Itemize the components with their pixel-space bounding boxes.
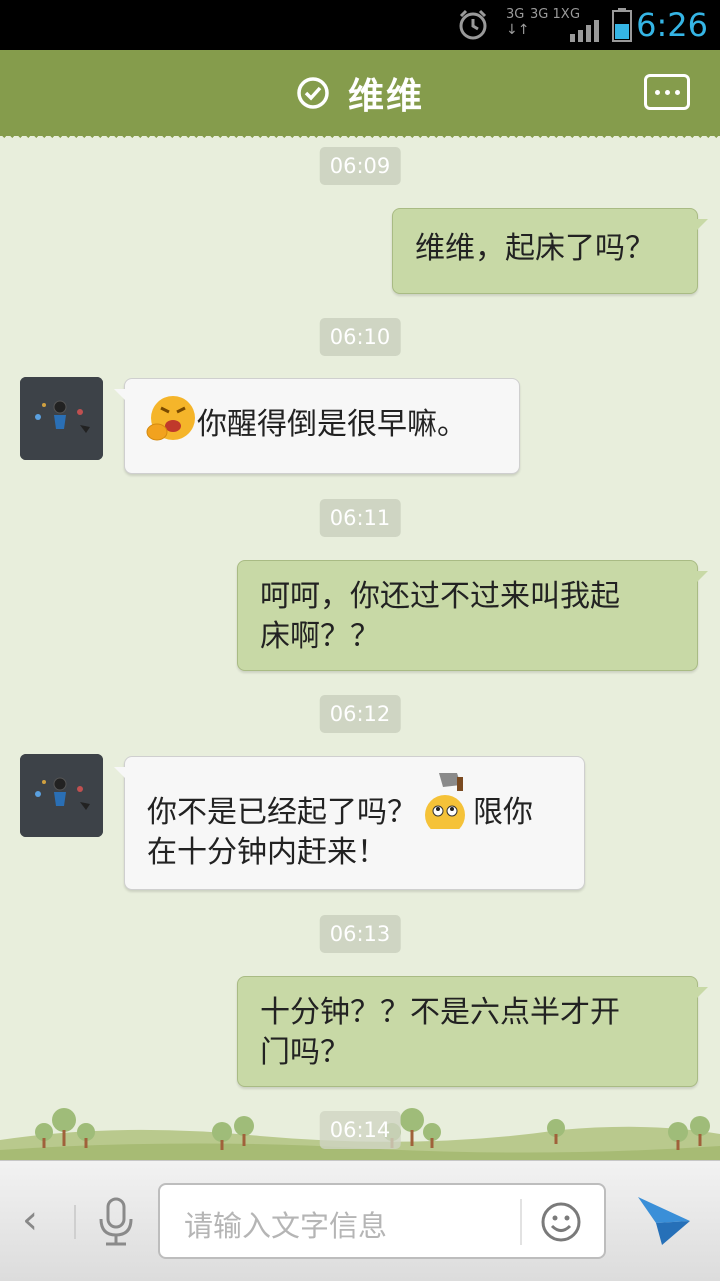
divider: [520, 1199, 522, 1245]
message-text: 你不是已经起了吗？: [147, 795, 417, 830]
timestamp: 06:14: [319, 1111, 401, 1149]
clock: 6:26: [636, 6, 708, 44]
timestamp: 06:12: [319, 695, 401, 733]
message-bubble-outgoing[interactable]: 呵呵，你还过不过来叫我起 床啊？？: [237, 560, 708, 671]
contact-avatar[interactable]: [20, 754, 103, 837]
message-text: 维维，起床了吗？: [415, 231, 655, 266]
message-text-line: 你不是已经起了吗？ 限你: [147, 772, 562, 833]
axe-face-emoji-icon: [425, 772, 465, 829]
check-circle-icon: [297, 77, 329, 109]
message-bubble-outgoing[interactable]: 维维，起床了吗？: [392, 208, 708, 294]
message-bubble-incoming[interactable]: 你不是已经起了吗？ 限你 在十分钟内赶来！: [114, 756, 585, 890]
status-bar: 3G ↓↑ 3G 1X G 6:26: [0, 0, 720, 50]
message-text-line: 门吗？: [260, 1035, 350, 1070]
message-text: 限你: [473, 795, 533, 830]
timestamp: 06:09: [319, 147, 401, 185]
network-3g-label: 3G: [506, 7, 525, 22]
input-bar: ‹ 请输入文字信息: [0, 1160, 720, 1281]
message-text-line: 在十分钟内赶来！: [147, 835, 387, 870]
timestamp: 06:13: [319, 915, 401, 953]
divider: [74, 1205, 76, 1239]
message-text-line: 床啊？？: [260, 619, 380, 654]
header-zigzag-edge: [0, 134, 720, 142]
message-text-line: 呵呵，你还过不过来叫我起: [260, 579, 620, 614]
more-icon: [654, 89, 660, 95]
timestamp: 06:11: [319, 499, 401, 537]
network-3g1x-label: 3G 1X: [530, 7, 570, 22]
chat-title-group: 维维: [296, 70, 425, 117]
signal-icon: [570, 20, 599, 42]
message-text-line: 十分钟？？不是六点半才开: [260, 995, 620, 1030]
battery-icon: [612, 8, 632, 42]
timestamp: 06:10: [319, 318, 401, 356]
message-bubble-outgoing[interactable]: 十分钟？？不是六点半才开 门吗？: [237, 976, 708, 1087]
yawn-emoji-icon: [146, 395, 195, 440]
smiley-icon[interactable]: [540, 1201, 582, 1243]
data-arrows-icon: ↓↑: [506, 22, 530, 38]
send-icon[interactable]: [636, 1193, 692, 1247]
contact-avatar[interactable]: [20, 377, 103, 460]
message-input-placeholder: 请输入文字信息: [184, 1209, 388, 1243]
chat-header: 维维: [0, 50, 720, 142]
microphone-icon[interactable]: [96, 1197, 136, 1247]
chevron-left-icon[interactable]: ‹: [22, 1197, 38, 1243]
message-text: 你醒得倒是很早嘛。: [197, 407, 467, 442]
more-button[interactable]: [644, 74, 690, 110]
chat-title: 维维: [348, 76, 425, 117]
message-input[interactable]: 请输入文字信息: [158, 1183, 606, 1259]
message-bubble-incoming[interactable]: 你醒得倒是很早嘛。: [114, 378, 520, 474]
alarm-icon: [459, 9, 487, 40]
